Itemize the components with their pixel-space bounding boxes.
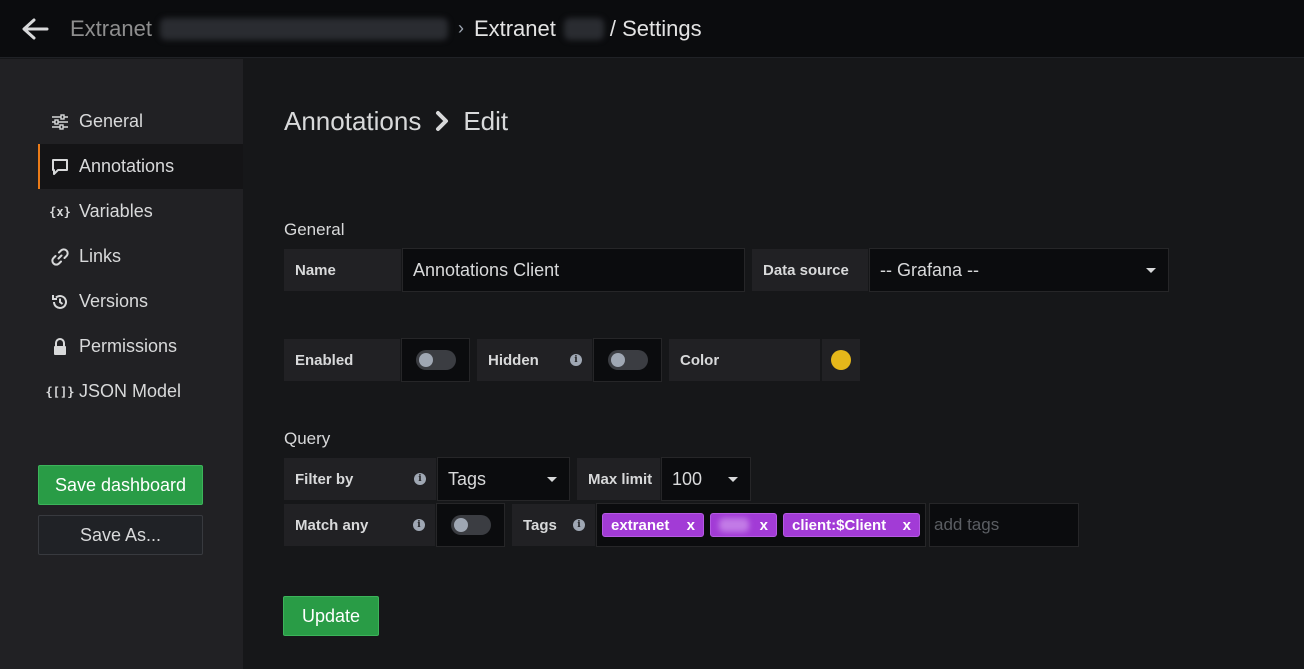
save-as-button[interactable]: Save As...	[38, 515, 203, 555]
tag-chip: x	[710, 513, 777, 537]
top-navbar: Extranet › Extranet / Settings	[0, 0, 1304, 58]
history-icon	[50, 292, 70, 312]
remove-tag-button[interactable]: x	[760, 517, 768, 534]
tag-chip: client:$Client x	[783, 513, 920, 537]
sidebar-item-label: Annotations	[79, 156, 175, 176]
hidden-toggle[interactable]	[593, 338, 662, 382]
color-picker[interactable]	[821, 338, 861, 382]
sidebar-item-links[interactable]: Links	[38, 234, 243, 279]
sidebar-item-annotations[interactable]: Annotations	[38, 144, 243, 189]
name-label: Name	[283, 248, 402, 292]
info-icon[interactable]: i	[413, 519, 425, 531]
redacted-text	[719, 518, 749, 532]
tags-label: Tags i	[511, 503, 596, 547]
sidebar-item-label: General	[79, 111, 144, 131]
tag-chip: extranet x	[602, 513, 704, 537]
breadcrumb-dashboard[interactable]: Extranet	[474, 16, 556, 42]
datasource-label: Data source	[751, 248, 869, 292]
sidebar-item-label: Permissions	[79, 336, 178, 356]
toggle-switch	[450, 515, 491, 535]
max-limit-select[interactable]: 100	[661, 457, 751, 501]
datasource-select[interactable]: -- Grafana --	[869, 248, 1169, 292]
redacted-text	[159, 17, 448, 40]
info-icon[interactable]: i	[570, 354, 582, 366]
update-button[interactable]: Update	[283, 596, 379, 636]
page-title: Annotations Edit	[284, 106, 508, 136]
tag-label: client:$Client	[792, 516, 887, 534]
redacted-text	[563, 17, 604, 40]
general-heading: General	[284, 220, 345, 239]
color-swatch	[831, 350, 851, 370]
chevron-right-icon	[435, 110, 449, 132]
breadcrumb-settings: / Settings	[609, 15, 702, 41]
variable-icon: {x}	[49, 204, 71, 219]
page-title-action: Edit	[463, 105, 509, 136]
lock-icon	[50, 337, 70, 357]
filter-by-label: Filter by i	[283, 457, 437, 501]
tag-label: extranet	[611, 516, 670, 534]
add-tags-input[interactable]	[929, 503, 1079, 547]
tags-label-text: Tags	[523, 516, 557, 534]
link-icon	[50, 247, 70, 267]
toggle-switch	[415, 350, 456, 370]
sidebar-item-permissions[interactable]: Permissions	[38, 324, 243, 369]
sidebar-item-versions[interactable]: Versions	[38, 279, 243, 324]
info-icon[interactable]: i	[573, 519, 585, 531]
caret-down-icon	[1146, 268, 1156, 273]
caret-down-icon	[728, 477, 738, 482]
name-input[interactable]: Annotations Client	[402, 248, 745, 292]
toggle-switch	[607, 350, 648, 370]
hidden-label: Hidden i	[476, 338, 593, 382]
query-heading: Query	[284, 429, 331, 448]
sidebar-item-label: JSON Model	[79, 381, 182, 401]
sidebar-item-label: Variables	[79, 201, 153, 221]
back-button[interactable]	[0, 0, 70, 58]
max-limit-value: 100	[672, 468, 703, 489]
comment-icon	[50, 157, 70, 177]
info-icon[interactable]: i	[414, 473, 426, 485]
json-icon: {[]}	[45, 384, 75, 399]
sidebar-item-variables[interactable]: {x} Variables	[38, 189, 243, 234]
tags-input[interactable]: extranet x x client:$Client x	[596, 503, 926, 547]
color-label: Color	[668, 338, 821, 382]
match-any-toggle[interactable]	[436, 503, 505, 547]
filter-by-label-text: Filter by	[295, 470, 354, 488]
caret-down-icon	[547, 477, 557, 482]
match-any-label-text: Match any	[295, 516, 369, 534]
page-title-section: Annotations	[284, 105, 422, 136]
sidebar-item-label: Links	[79, 246, 122, 266]
filter-by-value: Tags	[448, 468, 487, 489]
breadcrumb-folder[interactable]: Extranet	[70, 16, 152, 42]
remove-tag-button[interactable]: x	[903, 517, 911, 534]
remove-tag-button[interactable]: x	[687, 517, 695, 534]
enabled-label: Enabled	[283, 338, 401, 382]
datasource-value: -- Grafana --	[880, 259, 980, 280]
sliders-icon	[50, 112, 70, 132]
sidebar-item-general[interactable]: General	[38, 99, 243, 144]
arrow-left-icon	[22, 18, 49, 39]
save-dashboard-button[interactable]: Save dashboard	[38, 465, 203, 505]
enabled-toggle[interactable]	[401, 338, 470, 382]
hidden-label-text: Hidden	[488, 351, 539, 369]
sidebar-item-json-model[interactable]: {[]} JSON Model	[38, 369, 243, 414]
filter-by-select[interactable]: Tags	[437, 457, 570, 501]
max-limit-label: Max limit	[576, 457, 661, 501]
match-any-label: Match any i	[283, 503, 436, 547]
sidebar-item-label: Versions	[79, 291, 149, 311]
settings-nav: General Annotations {x} Variables Links …	[38, 99, 243, 414]
breadcrumb-separator: ›	[457, 18, 464, 38]
settings-sidebar: General Annotations {x} Variables Links …	[0, 59, 243, 669]
